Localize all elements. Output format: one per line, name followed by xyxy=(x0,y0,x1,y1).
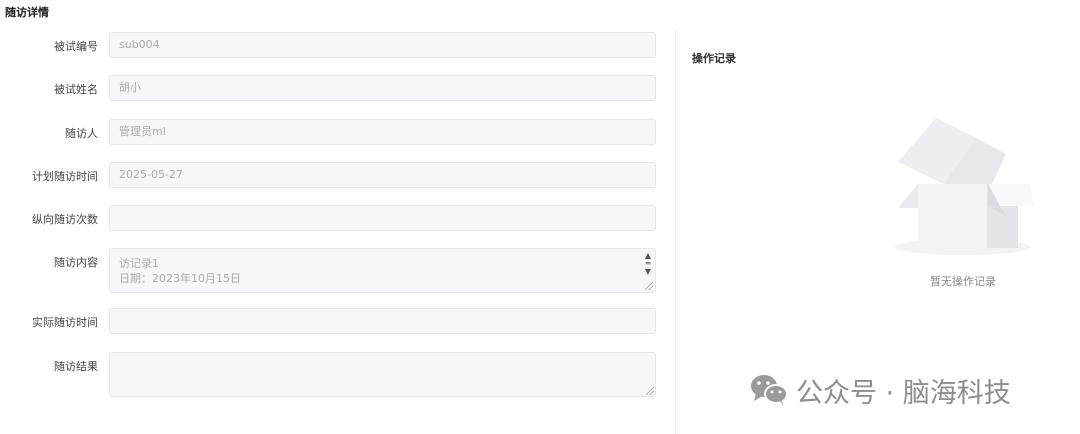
resize-handle-icon[interactable] xyxy=(645,282,653,290)
visit-count-label: 纵向随访次数 xyxy=(32,213,98,226)
subject-id-field[interactable]: sub004 xyxy=(109,32,656,58)
operations-empty-state: 暂无操作记录 xyxy=(888,110,1038,300)
result-textarea[interactable] xyxy=(109,352,656,397)
operations-title: 操作记录 xyxy=(692,52,736,65)
content-textarea[interactable]: 访记录1 日期：2023年10月15日 ▲ ═ ▼ xyxy=(109,248,656,293)
operations-empty-text: 暂无操作记录 xyxy=(930,275,996,288)
planned-time-label: 计划随访时间 xyxy=(32,170,98,183)
wechat-icon xyxy=(751,375,788,406)
planned-time-field[interactable]: 2025-05-27 xyxy=(109,162,656,188)
panel-divider xyxy=(675,30,676,434)
watermark-text: 公众号 · 脑海科技 xyxy=(796,377,1011,409)
actual-time-label: 实际随访时间 xyxy=(32,316,98,329)
subject-id-label: 被试编号 xyxy=(54,40,98,53)
follow-up-detail-page: 随访详情 被试编号 sub004 被试姓名 胡小 随访人 管理员ml 计划随访时… xyxy=(0,0,1080,434)
content-label: 随访内容 xyxy=(54,256,98,269)
actual-time-field[interactable] xyxy=(109,308,656,334)
content-line-1: 访记录1 xyxy=(119,257,159,270)
subject-name-label: 被试姓名 xyxy=(54,83,98,96)
visit-count-field[interactable] xyxy=(109,205,656,231)
visitor-field[interactable]: 管理员ml xyxy=(109,119,656,145)
content-line-2: 日期：2023年10月15日 xyxy=(119,272,241,285)
page-title: 随访详情 xyxy=(5,6,49,19)
empty-box-icon xyxy=(895,118,1034,255)
subject-name-field[interactable]: 胡小 xyxy=(109,75,656,101)
watermark: 公众号 · 脑海科技 xyxy=(750,370,1011,410)
result-label: 随访结果 xyxy=(54,360,98,373)
visitor-label: 随访人 xyxy=(65,127,98,140)
spin-arrows-icon[interactable]: ▲ ═ ▼ xyxy=(644,252,652,280)
